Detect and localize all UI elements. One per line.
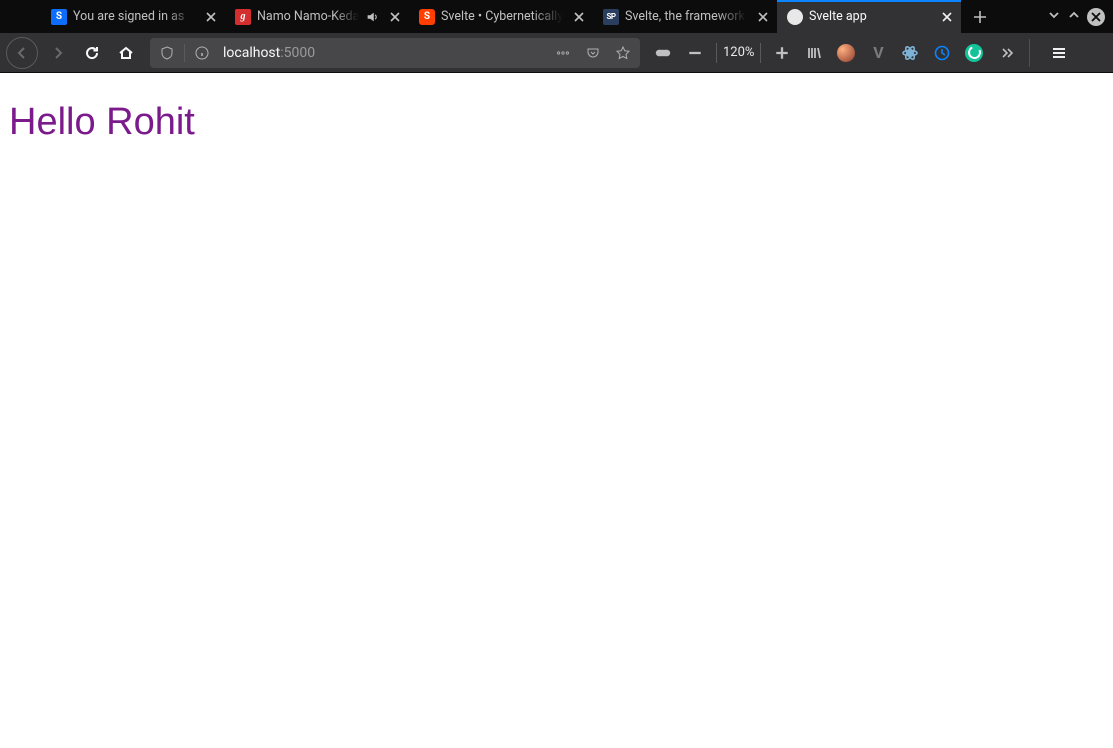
tab-4[interactable]: Svelte app [777,0,961,33]
zoom-level: 120% [723,45,754,60]
pocket-icon[interactable] [580,40,606,66]
tab-0[interactable]: S You are signed in as [41,0,225,33]
info-icon[interactable] [189,40,215,66]
separator [1029,39,1030,67]
audio-icon[interactable] [365,10,379,24]
close-icon[interactable] [201,7,221,27]
chevron-up-icon[interactable] [1067,7,1081,26]
browser-chrome: S You are signed in as g Namo Namo-Kedar… [0,0,1113,73]
tab-3[interactable]: SP Svelte, the framework [593,0,777,33]
toolbar: localhost:5000 120% [0,33,1113,73]
url-host: localhost [223,45,280,61]
tab-title: Svelte • Cybernetically [441,9,563,24]
window-close-button[interactable] [1087,8,1105,26]
extension-grammarly-icon[interactable] [959,38,989,68]
home-button[interactable] [110,37,142,69]
zoom-out-button[interactable] [680,38,710,68]
separator [184,44,185,62]
favicon-icon: SP [603,9,619,25]
tab-strip-right [1047,7,1113,26]
tab-1[interactable]: g Namo Namo-Kedarnath [225,0,409,33]
tab-spacer [0,0,41,33]
favicon-icon: S [51,9,67,25]
tab-title: Svelte app [809,9,931,24]
bookmark-star-icon[interactable] [610,40,636,66]
new-tab-button[interactable] [965,2,995,32]
tab-2[interactable]: S Svelte • Cybernetically [409,0,593,33]
favicon-icon: S [419,9,435,25]
back-button[interactable] [6,37,38,69]
zoom-controls: 120% [680,38,797,68]
close-icon[interactable] [753,7,773,27]
tab-strip: S You are signed in as g Namo Namo-Kedar… [0,0,1113,33]
overflow-icon[interactable] [991,38,1021,68]
separator [716,43,717,63]
tab-title: Svelte, the framework [625,9,747,24]
separator [760,43,761,63]
address-bar[interactable]: localhost:5000 [150,38,640,68]
extension-avatar-icon[interactable] [831,38,861,68]
extension-vue-icon[interactable]: V [863,38,893,68]
tab-title: You are signed in as [73,9,195,24]
hamburger-menu-button[interactable] [1042,36,1076,70]
favicon-icon: g [235,9,251,25]
extension-clock-icon[interactable] [927,38,957,68]
page-content: Hello Rohit [0,73,1113,748]
forward-button[interactable] [42,37,74,69]
url-port: :5000 [280,45,315,61]
page-heading: Hello Rohit [0,73,1113,144]
reload-button[interactable] [76,37,108,69]
zoom-in-button[interactable] [767,38,797,68]
close-icon[interactable] [937,7,957,27]
library-icon[interactable] [799,38,829,68]
tab-title: Namo Namo-Kedarnath [257,9,359,24]
mask-icon[interactable] [648,38,678,68]
favicon-icon [787,9,803,25]
close-icon[interactable] [569,7,589,27]
extension-react-icon[interactable] [895,38,925,68]
shield-icon[interactable] [154,40,180,66]
chevron-down-icon[interactable] [1047,7,1061,26]
url-text[interactable]: localhost:5000 [219,45,546,61]
page-actions-icon[interactable] [550,40,576,66]
close-icon[interactable] [385,7,405,27]
